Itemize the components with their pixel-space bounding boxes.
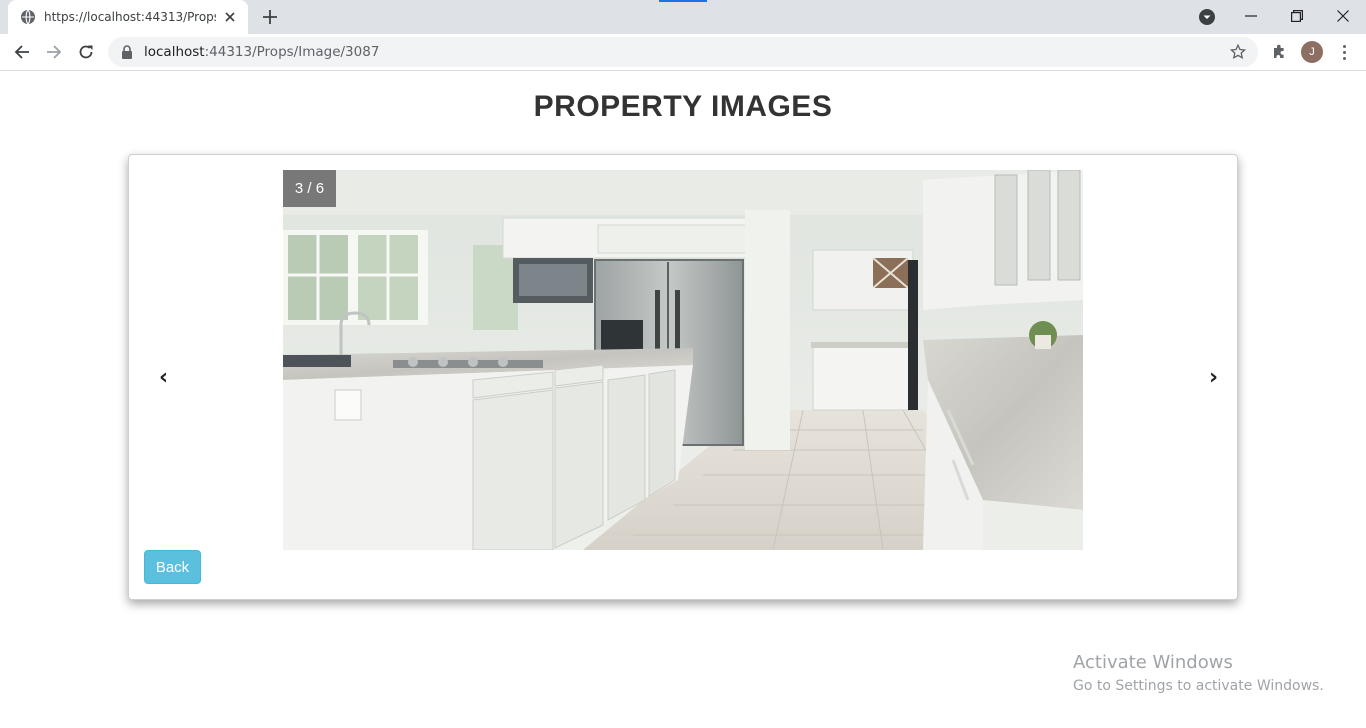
menu-dot bbox=[1342, 50, 1346, 54]
reload-icon bbox=[79, 45, 93, 59]
kitchen-photo-icon bbox=[283, 170, 1083, 550]
page-title: PROPERTY IMAGES bbox=[533, 90, 833, 123]
carousel-image: 3 / 6 bbox=[283, 170, 1083, 550]
url-host: localhost bbox=[144, 44, 205, 60]
tab-loading-indicator bbox=[659, 0, 707, 2]
arrow-right-icon bbox=[47, 45, 62, 59]
restore-icon bbox=[1291, 10, 1303, 22]
browser-tab[interactable]: https://localhost:44313/Props/Im bbox=[8, 0, 248, 34]
tab-strip: https://localhost:44313/Props/Im bbox=[0, 0, 1366, 34]
minimize-button[interactable] bbox=[1228, 0, 1274, 32]
image-counter: 3 / 6 bbox=[283, 170, 336, 207]
close-window-button[interactable] bbox=[1320, 0, 1366, 32]
globe-icon bbox=[21, 9, 35, 25]
browser-toolbar: localhost:44313/Props/Image/3087 J bbox=[0, 34, 1366, 71]
profile-avatar[interactable]: J bbox=[1301, 41, 1323, 63]
plus-icon bbox=[263, 10, 277, 24]
watermark-title: Activate Windows bbox=[1073, 652, 1233, 673]
windows-activation-watermark: Activate Windows Go to Settings to activ… bbox=[1073, 652, 1324, 694]
watermark-subtitle: Go to Settings to activate Windows. bbox=[1073, 678, 1324, 694]
carousel-next-button[interactable]: › bbox=[1209, 367, 1218, 389]
carousel-prev-button[interactable]: ‹ bbox=[159, 367, 168, 389]
menu-dot bbox=[1342, 56, 1346, 60]
back-button[interactable]: Back bbox=[144, 550, 201, 584]
extensions-puzzle-icon[interactable] bbox=[1270, 42, 1290, 62]
new-tab-button[interactable] bbox=[259, 6, 281, 28]
forward-nav-button[interactable] bbox=[42, 40, 66, 64]
tab-search-icon[interactable] bbox=[1198, 8, 1216, 26]
url-text: localhost:44313/Props/Image/3087 bbox=[144, 44, 379, 60]
lock-icon[interactable] bbox=[120, 45, 134, 59]
browser-menu-button[interactable] bbox=[1336, 42, 1352, 62]
arrow-left-icon bbox=[14, 45, 29, 59]
address-bar[interactable]: localhost:44313/Props/Image/3087 bbox=[108, 37, 1258, 67]
minimize-icon bbox=[1245, 15, 1257, 17]
reload-button[interactable] bbox=[74, 40, 98, 64]
close-tab-icon[interactable] bbox=[222, 9, 238, 25]
menu-dot bbox=[1342, 44, 1346, 48]
tab-title: https://localhost:44313/Props/Im bbox=[44, 10, 216, 24]
image-carousel-card: ‹ 3 / 6 › Back bbox=[128, 154, 1238, 600]
bookmark-star-icon[interactable] bbox=[1230, 44, 1246, 60]
close-icon bbox=[1337, 10, 1349, 22]
restore-button[interactable] bbox=[1274, 0, 1320, 32]
back-nav-button[interactable] bbox=[10, 40, 34, 64]
url-path: :44313/Props/Image/3087 bbox=[204, 44, 380, 60]
